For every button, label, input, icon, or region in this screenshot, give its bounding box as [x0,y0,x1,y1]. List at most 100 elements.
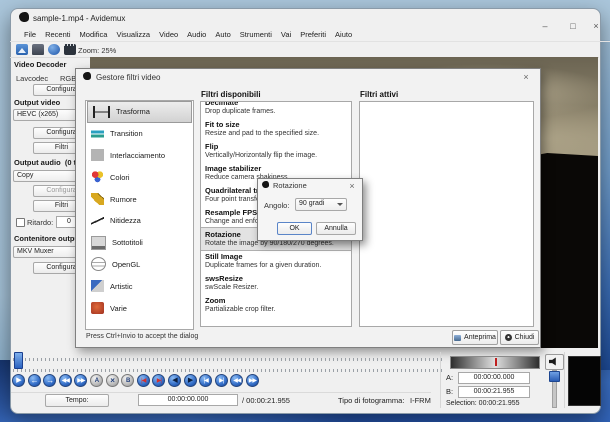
preview-button[interactable]: Anteprima [452,330,498,345]
rotation-cancel-button[interactable]: Annulla [316,222,356,235]
mute-button[interactable] [545,354,564,370]
filter-name: Flip [205,142,219,151]
category-rumore[interactable]: Rumore [86,188,193,210]
shuttle-slider[interactable] [450,356,540,369]
menu-file[interactable]: File [24,30,36,39]
menu-audio[interactable]: Audio [187,30,206,39]
divider [440,352,441,408]
filter-decimate[interactable]: Decimate Drop duplicate frames. [201,102,351,118]
reset-selection-button[interactable]: × [105,374,119,387]
previous-black-frame-button[interactable]: ◀◀ [230,374,244,387]
category-trasforma[interactable]: Trasforma [87,101,192,123]
timeline-slider-handle[interactable] [14,352,23,369]
dialog-close-icon[interactable]: × [519,72,533,82]
category-label: Colori [110,172,130,182]
previous-keyframe-button[interactable]: ◀ [167,374,181,387]
marker-b-label: B: [446,387,454,396]
marker-b-button[interactable]: B [121,374,135,387]
marker-a-field[interactable]: 00:00:00.000 [458,372,530,384]
save-icon[interactable] [32,44,44,55]
active-filters-header: Filtri attivi [360,90,399,99]
rgb-label: RGB [60,74,77,83]
menu-video[interactable]: Video [159,30,178,39]
goto-end-glyph: ▶| [156,378,162,384]
filter-swsresize[interactable]: swsResize swScale Resizer. [201,272,351,294]
audio-codec-select[interactable]: Copy [13,170,77,182]
timeline-ruler-top[interactable] [13,358,445,361]
previous-frame-button[interactable]: ← [27,374,41,387]
current-time-field[interactable]: 00:00:00.000 [138,394,238,406]
category-interlacciamento[interactable]: Interlacciamento [86,145,193,167]
active-filters-list[interactable] [359,101,534,327]
category-artistic[interactable]: Artistic [86,275,193,297]
preview-icon [454,334,462,341]
category-label: Sottotitoli [112,238,143,248]
filter-still-image[interactable]: Still Image Duplicate frames for a given … [201,250,351,272]
menu-aiuto[interactable]: Aiuto [335,30,352,39]
category-colori[interactable]: Colori [86,166,193,188]
delay-checkbox[interactable] [16,218,25,227]
tempo-button[interactable]: Tempo: [45,394,109,407]
preview-label: Anteprima [464,334,496,341]
play-button[interactable]: ▶ [12,374,25,387]
menu-preferiti[interactable]: Preferiti [300,30,326,39]
angle-label: Angolo: [264,201,290,210]
volume-slider-thumb[interactable] [549,371,560,382]
menu-recenti[interactable]: Recenti [45,30,70,39]
marker-b-field[interactable]: 00:00:21.955 [458,386,530,398]
info-icon[interactable] [48,44,60,55]
next-frame-button[interactable]: → [43,374,57,387]
close-label: Chiudi [514,334,535,341]
menu-visualizza[interactable]: Visualizza [116,30,150,39]
rotation-ok-button[interactable]: OK [277,222,312,235]
dialog-close-button[interactable]: Chiudi [500,330,539,345]
category-opengl[interactable]: OpenGL [86,254,193,276]
filter-dialog-titlebar[interactable]: Gestore filtri video × [75,68,539,86]
rotation-dialog-titlebar[interactable]: Rotazione × [257,178,361,192]
category-transition[interactable]: Transition [86,123,193,145]
next-keyframe-button[interactable]: ▶ [183,374,197,387]
category-label: Transition [110,129,143,139]
category-varie[interactable]: Varie [86,297,193,319]
category-nitidezza[interactable]: Nitidezza [86,210,193,232]
timeline-ruler-bottom[interactable] [13,369,445,372]
category-label: Trasforma [116,107,150,117]
menu-auto[interactable]: Auto [215,30,230,39]
category-label: Interlacciamento [110,150,166,160]
film-properties-icon[interactable] [64,44,76,55]
filter-desc: Drop duplicate frames. [205,108,276,115]
angle-select[interactable]: 90 gradi [295,198,347,211]
rewind-button[interactable]: ◀◀ [58,374,72,387]
last-frame-button[interactable]: ▶| [214,374,228,387]
marker-a-label: A: [446,373,454,382]
muxer-select[interactable]: MKV Muxer [13,246,77,258]
marker-a-button[interactable]: A [89,374,103,387]
filter-desc: Duplicate frames for a given duration. [205,262,322,269]
filter-fit-to-size[interactable]: Fit to size Resize and pad to the specifi… [201,118,351,140]
title-bar[interactable]: sample-1.mp4 - Avidemux – □ × [10,8,599,31]
fast-forward-button[interactable]: ▶▶ [74,374,88,387]
first-frame-button[interactable]: |◀ [199,374,213,387]
app-icon [19,12,29,22]
filter-flip[interactable]: Flip Vertically/Horizontally flip the ima… [201,140,351,162]
filter-zoom[interactable]: Zoom Partializable crop filter. [201,294,351,316]
filter-name: Still Image [205,252,243,261]
category-sottotitoli[interactable]: Sottotitoli [86,232,193,254]
filter-name: Fit to size [205,120,240,129]
menu-modifica[interactable]: Modifica [80,30,108,39]
menu-vai[interactable]: Vai [281,30,291,39]
output-video-title: Output video [14,98,61,107]
open-file-icon[interactable] [16,44,28,55]
interlace-icon [91,149,104,162]
filter-desc: Partializable crop filter. [205,306,276,313]
goto-end-button[interactable]: ▶| [152,374,166,387]
video-decoder-title: Video Decoder [14,60,67,69]
menu-strumenti[interactable]: Strumenti [240,30,272,39]
video-codec-select[interactable]: HEVC (x265) [13,109,77,121]
available-filters-header: Filtri disponibili [201,90,261,99]
rotation-close-icon[interactable]: × [345,181,359,191]
goto-start-glyph: |◀ [141,378,146,384]
filter-dialog-title: Gestore filtri video [96,73,161,82]
next-black-frame-button[interactable]: ▶▶ [245,374,259,387]
goto-start-button[interactable]: |◀ [136,374,150,387]
